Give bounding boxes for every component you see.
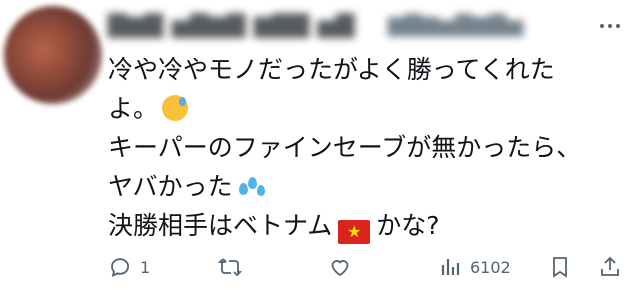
retweet-icon (218, 258, 242, 277)
author-name-blurred[interactable]: ▇▆▇ ▅▇▆▇ ▆▇▇ ▅▇ (108, 10, 355, 40)
more-icon[interactable] (596, 14, 624, 38)
views-icon (441, 259, 460, 275)
bookmark-button[interactable] (548, 252, 572, 282)
tweet-text: 冷や冷やモノだったがよく勝ってくれた よ。 キーパーのファインセーブが無かったら… (108, 50, 628, 245)
like-button[interactable] (328, 252, 352, 282)
views-button[interactable]: 6102 (438, 252, 511, 282)
tweet-line-text: よ。 (108, 94, 159, 123)
reply-icon (111, 258, 130, 278)
tweet-line-text: ヤバかった (108, 172, 233, 201)
vietnam-flag-emoji: ★ (338, 220, 371, 244)
tweet-header: ▇▆▇ ▅▇▆▇ ▆▇▇ ▅▇ ▆▇▆▅▇▆▇▅ (108, 10, 626, 44)
like-icon (331, 260, 349, 277)
tweet-line: よ。 (108, 89, 628, 128)
tweet-actions: 1 6102 (108, 252, 628, 282)
tweet-line: 冷や冷やモノだったがよく勝ってくれた (108, 50, 628, 89)
tweet-line-text: 冷や冷やモノだったがよく勝ってくれた (108, 55, 555, 84)
sweat-droplets-emoji (237, 173, 267, 199)
retweet-button[interactable] (218, 252, 242, 282)
tweet-line: キーパーのファインセーブが無かったら、 (108, 128, 628, 167)
reply-count: 1 (140, 257, 151, 277)
views-count: 6102 (470, 257, 511, 277)
avatar[interactable] (4, 6, 102, 104)
tweet-line-text: キーパーのファインセーブが無かったら、 (108, 133, 582, 162)
tweet-line: 決勝相手はベトナム ★ かな? (108, 206, 628, 245)
tweet-line-text: かな? (376, 211, 440, 240)
share-icon (601, 256, 619, 276)
reply-button[interactable]: 1 (108, 252, 150, 282)
tweet-line: ヤバかった (108, 167, 628, 206)
tweet-line-text: 決勝相手はベトナム (108, 211, 333, 240)
share-button[interactable] (598, 252, 622, 282)
bookmark-icon (553, 257, 567, 278)
author-handle-blurred[interactable]: ▆▇▆▅▇▆▇▅ (388, 12, 523, 40)
sweat-smile-emoji (162, 95, 189, 121)
